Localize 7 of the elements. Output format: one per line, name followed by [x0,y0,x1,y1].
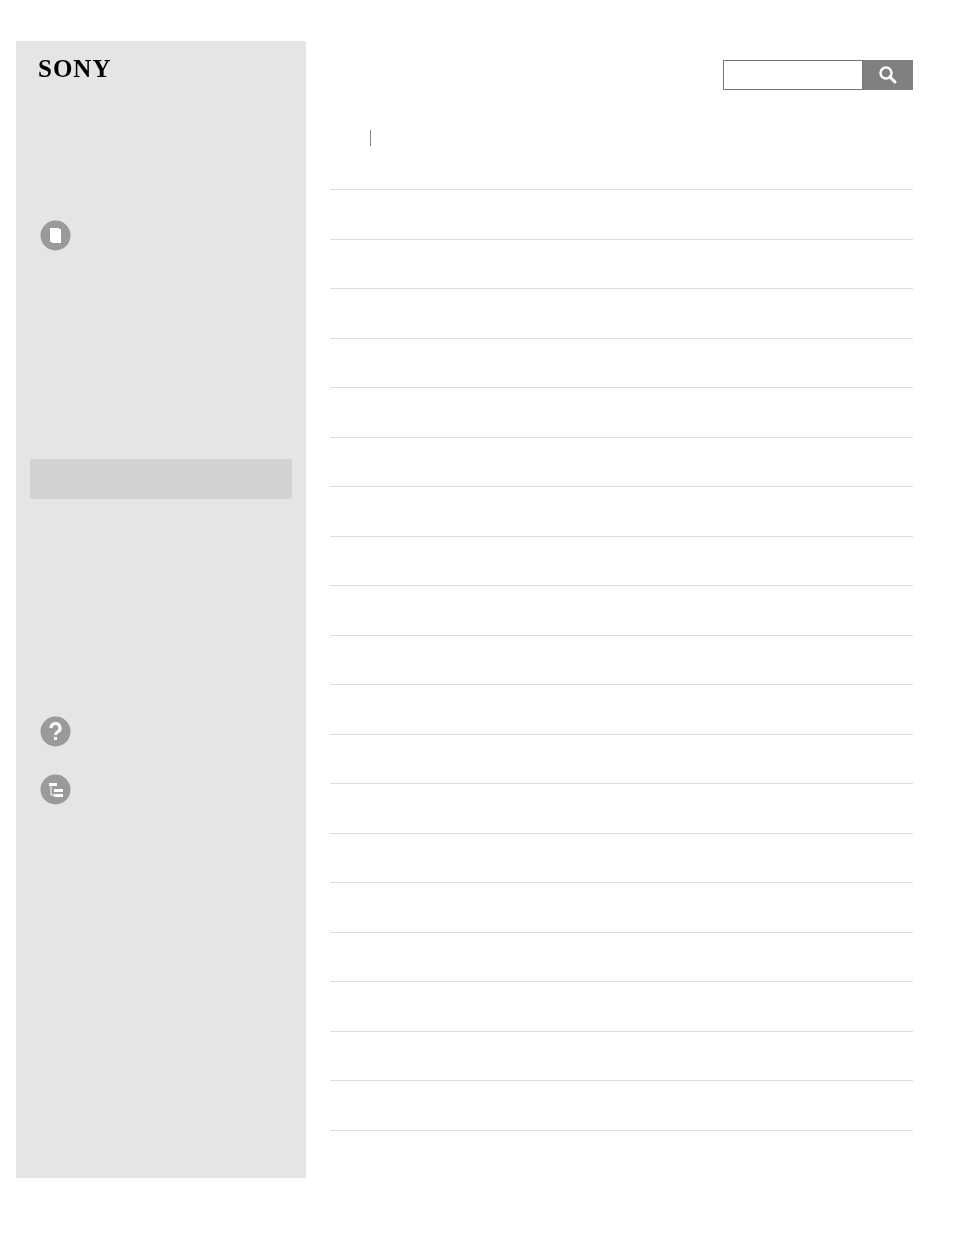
sony-logo[interactable]: SONY [38,56,112,81]
search-icon [878,65,898,85]
sitemap-icon[interactable] [40,774,71,805]
book-icon[interactable] [40,220,71,251]
search-field[interactable] [723,60,863,90]
help-icon[interactable] [40,716,71,747]
search-button[interactable] [863,60,913,90]
